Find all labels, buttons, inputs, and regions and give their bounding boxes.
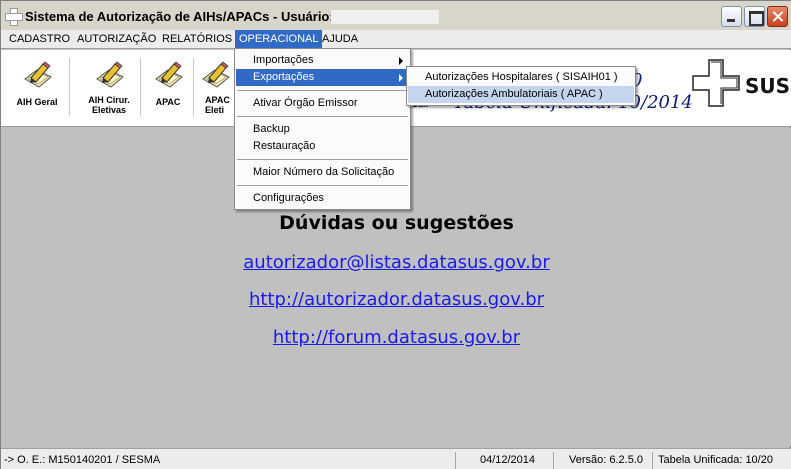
- cross-app-icon: [5, 8, 23, 26]
- pencil-paper-icon: [24, 61, 52, 88]
- status-date: 04/12/2014: [459, 452, 554, 469]
- aih-cirurgias-label-line1: AIH Cirur.: [88, 95, 130, 105]
- menu-item-exportacoes-label: Exportações: [253, 71, 315, 83]
- forum-link[interactable]: http://forum.datasus.gov.br: [1, 327, 791, 348]
- menu-separator: [237, 159, 408, 160]
- aih-cirurgias-eletivas-label: AIH Cirur. Eletivas: [78, 95, 140, 115]
- menu-bar: CADASTRO AUTORIZAÇÃO RELATÓRIOS OPERACIO…: [1, 30, 791, 49]
- menu-item-export-apac[interactable]: Autorizações Ambulatoriais ( APAC ): [408, 86, 634, 103]
- menu-cadastro[interactable]: CADASTRO: [5, 30, 74, 48]
- maximize-button[interactable]: [744, 6, 765, 27]
- menu-autorizacao[interactable]: AUTORIZAÇÃO: [73, 30, 160, 48]
- app-window: Sistema de Autorização de AIHs/APACs - U…: [0, 0, 791, 469]
- menu-item-export-sisaih01[interactable]: Autorizações Hospitalares ( SISAIH01 ): [408, 69, 634, 86]
- doubts-heading: Dúvidas ou sugestões: [279, 212, 514, 234]
- menu-item-ativar-orgao-emissor[interactable]: Ativar Órgão Emissor: [236, 95, 409, 112]
- close-button[interactable]: [767, 6, 788, 27]
- menu-item-restauracao[interactable]: Restauração: [236, 138, 409, 155]
- aih-geral-label: AIH Geral: [16, 97, 58, 107]
- status-orgao-emissor: -> O. E.: M150140201 / SESMA: [1, 452, 456, 469]
- sus-logo: SUS: [692, 59, 789, 107]
- menu-separator: [237, 116, 408, 117]
- window-title: Sistema de Autorização de AIHs/APACs - U…: [25, 9, 334, 24]
- aih-geral-button[interactable]: AIH Geral: [6, 57, 68, 119]
- aih-cirurgias-eletivas-button[interactable]: AIH Cirur. Eletivas: [78, 57, 140, 119]
- apac-eletivas-label: APAC Eleti: [205, 95, 237, 115]
- menu-separator: [237, 185, 408, 186]
- email-link[interactable]: autorizador@listas.datasus.gov.br: [1, 252, 791, 273]
- menu-item-maior-numero-solicitacao[interactable]: Maior Número da Solicitação: [236, 164, 409, 181]
- apac-eletivas-label-line2: Eleti: [205, 105, 225, 115]
- menu-operacional[interactable]: OPERACIONAL: [235, 30, 323, 48]
- submenu-arrow-icon: [399, 57, 403, 65]
- status-bar: -> O. E.: M150140201 / SESMA 04/12/2014 …: [1, 448, 791, 469]
- pencil-paper-icon: [155, 61, 183, 88]
- apac-eletivas-button[interactable]: APAC Eleti: [197, 57, 237, 119]
- menu-separator: [237, 90, 408, 91]
- pencil-paper-icon: [202, 61, 230, 88]
- menu-ajuda[interactable]: AJUDA: [318, 30, 362, 48]
- operacional-menu: Importações Exportações Ativar Órgão Emi…: [234, 48, 411, 210]
- title-bar[interactable]: Sistema de Autorização de AIHs/APACs - U…: [1, 1, 791, 31]
- exportacoes-submenu: Autorizações Hospitalares ( SISAIH01 ) A…: [406, 66, 636, 106]
- toolbar-divider: [193, 58, 194, 116]
- apac-eletivas-label-line1: APAC: [205, 95, 230, 105]
- apac-label: APAC: [155, 97, 181, 107]
- pencil-paper-icon: [96, 61, 124, 88]
- autorizador-site-link[interactable]: http://autorizador.datasus.gov.br: [1, 289, 791, 310]
- aih-cirurgias-label-line2: Eletivas: [91, 105, 127, 115]
- apac-button[interactable]: APAC: [137, 57, 199, 119]
- menu-item-backup[interactable]: Backup: [236, 121, 409, 138]
- menu-relatorios[interactable]: RELATÓRIOS: [158, 30, 236, 48]
- menu-item-importacoes-label: Importações: [253, 54, 314, 66]
- toolbar-divider: [69, 58, 70, 116]
- menu-item-configuracoes[interactable]: Configurações: [236, 190, 409, 207]
- minimize-button[interactable]: [721, 6, 742, 27]
- status-tabela: Tabela Unificada: 10/20: [658, 454, 773, 466]
- status-version: Versão: 6.2.5.0: [557, 452, 653, 469]
- menu-item-importacoes[interactable]: Importações: [236, 52, 409, 69]
- sus-logo-text: SUS: [745, 74, 789, 98]
- menu-item-exportacoes[interactable]: Exportações: [236, 69, 409, 86]
- submenu-arrow-icon: [399, 74, 403, 82]
- username-redacted: [331, 10, 439, 24]
